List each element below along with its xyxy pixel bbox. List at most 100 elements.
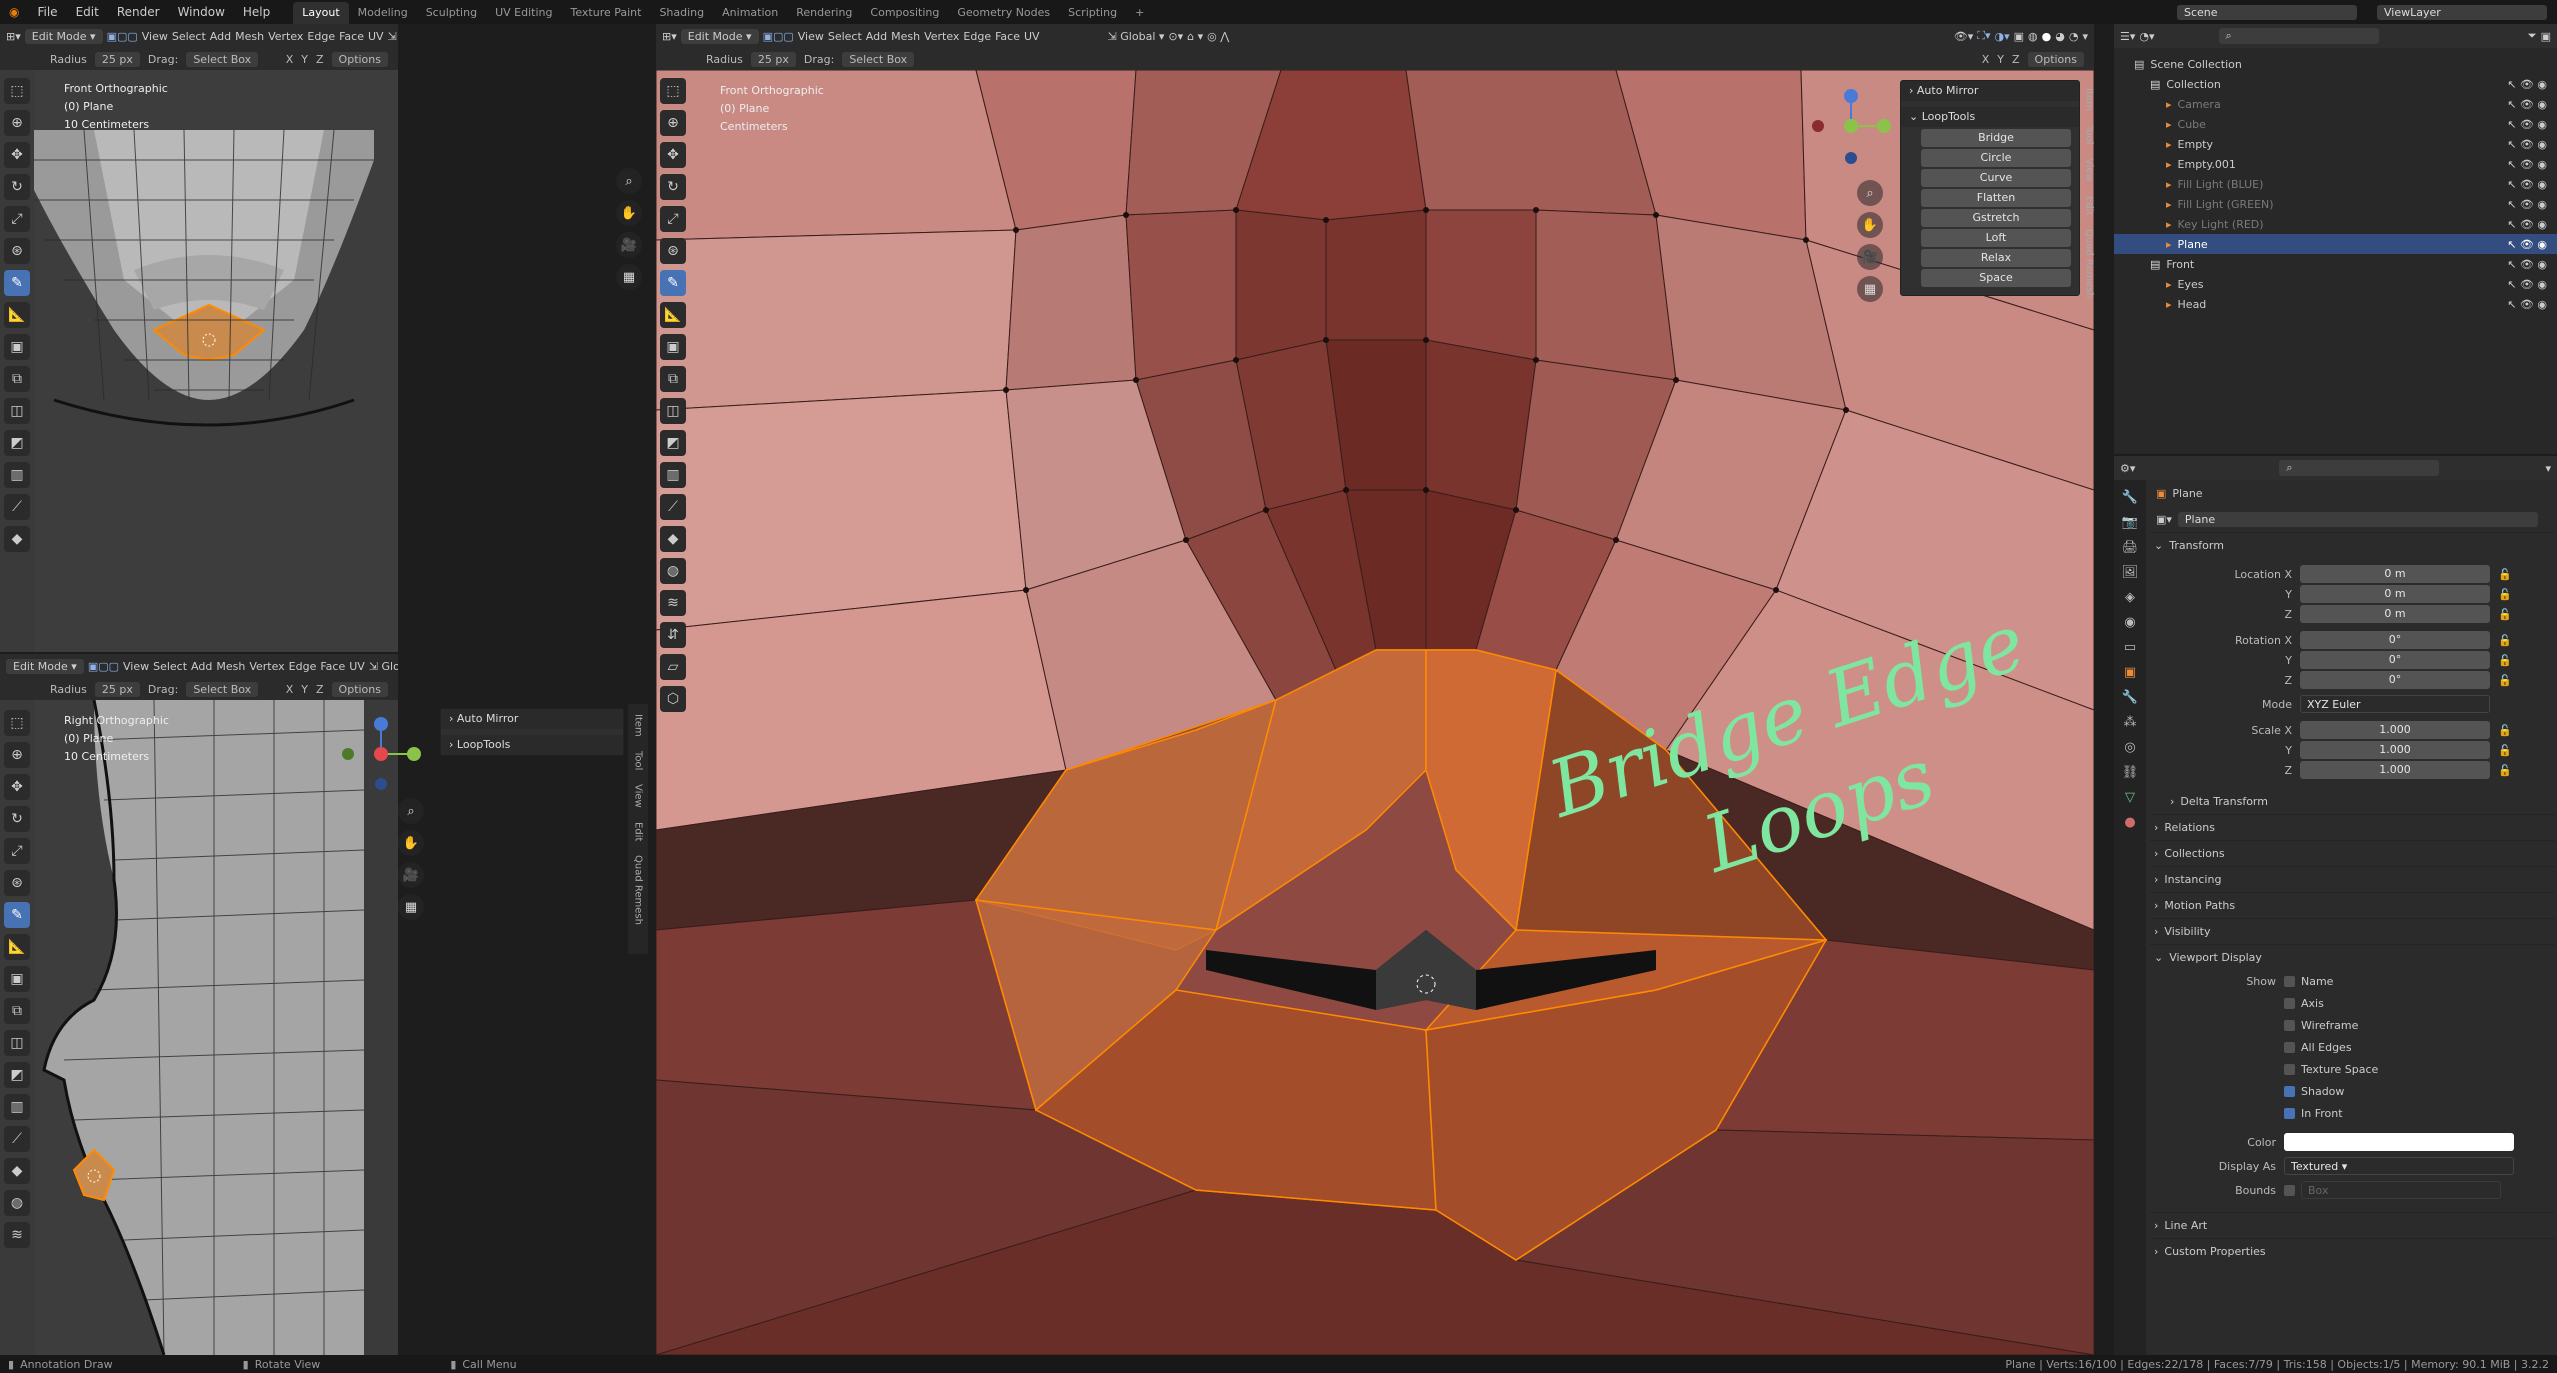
add-cube-icon[interactable]: ▣ [660,334,686,360]
add-cube-icon[interactable]: ▣ [4,334,30,360]
transform-panel-header[interactable]: ⌄ Transform [2150,532,2555,558]
outliner-row[interactable]: ▤ Front ↖ 👁 ◉ [2114,254,2557,274]
tab-edit[interactable]: Edit [2084,196,2095,215]
tool-props-icon[interactable]: 🔧 [2122,490,2138,505]
menu-select[interactable]: Select [172,30,206,43]
world-props-icon[interactable]: ◉ [2124,615,2135,630]
tab-item[interactable]: Item [2084,88,2095,111]
object-datablock-icon[interactable]: ▣▾ [2156,513,2172,526]
viewport-display-header[interactable]: ⌄ Viewport Display [2150,944,2555,970]
menu-edge[interactable]: Edge [963,30,991,43]
visibility-eye-icon[interactable]: ↖ 👁 ◉ [2507,278,2547,291]
scale-icon[interactable]: ⤢ [4,206,30,232]
menu-vertex[interactable]: Vertex [924,30,959,43]
show-checkbox[interactable] [2284,1085,2295,1097]
menu-view[interactable]: View [142,30,168,43]
bevel-icon[interactable]: ◩ [660,430,686,456]
rip-icon[interactable]: ⬡ [660,686,686,712]
xray-icon[interactable]: ▣ [2014,30,2024,43]
shear-icon[interactable]: ▱ [660,654,686,680]
knife-icon[interactable]: ⟋ [660,494,686,520]
menu-add[interactable]: Add [191,660,212,673]
blender-logo-icon[interactable]: ◉ [0,5,28,19]
shading-wire-icon[interactable]: ◍ [2028,30,2038,43]
axis-x-toggle[interactable]: X [286,683,294,696]
snap-icon[interactable]: ⌂ ▾ [1187,30,1203,43]
auto-mirror-header[interactable]: › Auto Mirror [441,709,623,729]
visibility-eye-icon[interactable]: ↖ 👁 ◉ [2507,298,2547,311]
loop-cut-icon[interactable]: ▥ [4,462,30,488]
menu-add[interactable]: Add [866,30,887,43]
mode-selector-main[interactable]: Edit Mode ▾ [680,28,759,44]
radius-field[interactable]: 25 px [750,51,796,67]
options-dropdown[interactable]: Options [331,51,388,67]
extrude-icon[interactable]: ⧉ [660,366,686,392]
select-box-icon[interactable]: ⬚ [4,78,30,104]
menu-view[interactable]: View [798,30,824,43]
menu-view[interactable]: View [123,660,149,673]
physics-props-icon[interactable]: ◎ [2124,740,2135,755]
new-collection-icon[interactable]: ▣ [2541,30,2551,43]
cursor-icon[interactable]: ⊕ [4,110,30,136]
move-icon[interactable]: ✥ [4,142,30,168]
lock-icon[interactable]: 🔓 [2498,654,2512,667]
visibility-eye-icon[interactable]: ↖ 👁 ◉ [2507,178,2547,191]
menu-edge[interactable]: Edge [307,30,335,43]
visibility-eye-icon[interactable]: ↖ 👁 ◉ [2507,78,2547,91]
menu-face[interactable]: Face [320,660,345,673]
overlay-toggle-icon[interactable]: ◑▾ [1995,30,2010,43]
extrude-icon[interactable]: ⧉ [4,366,30,392]
editor-type-icon[interactable]: ⊞▾ [662,30,677,43]
visibility-eye-icon[interactable]: ↖ 👁 ◉ [2507,218,2547,231]
rotation-y-field[interactable]: 0° [2300,651,2490,669]
shading-options-icon[interactable]: ▾ [2082,30,2088,43]
scene-selector[interactable]: Scene [2177,4,2357,20]
checkbox-name[interactable] [2284,976,2295,987]
viewport-front-small[interactable]: ⊞▾ Edit Mode ▾ ▣▢▢ View Select Add Mesh … [0,24,398,652]
camera-icon[interactable]: 🎥 [616,232,642,258]
outliner-row[interactable]: ▸ Empty ↖ 👁 ◉ [2114,134,2557,154]
menu-uv[interactable]: UV [1024,30,1040,43]
menu-uv[interactable]: UV [368,30,384,43]
menu-uv[interactable]: UV [349,660,365,673]
annotate-icon[interactable]: ✎ [660,270,686,296]
tab-quad-remesh[interactable]: Quad Remesh [2084,229,2095,299]
inset-icon[interactable]: ◫ [4,1030,30,1056]
axis-z-toggle[interactable]: Z [316,683,324,696]
particles-props-icon[interactable]: ⁂ [2124,715,2137,730]
smooth-icon[interactable]: ≋ [660,590,686,616]
outliner-row[interactable]: ▸ Empty.001 ↖ 👁 ◉ [2114,154,2557,174]
delta-transform-header[interactable]: › Delta Transform [2150,788,2555,814]
tab-modeling[interactable]: Modeling [349,6,417,19]
show-checkbox[interactable] [2284,1063,2295,1075]
tab-geometry-nodes[interactable]: Geometry Nodes [948,6,1059,19]
radius-field[interactable]: 25 px [94,51,140,67]
smooth-icon[interactable]: ≋ [4,1222,30,1248]
menu-window[interactable]: Window [169,5,234,19]
lock-icon[interactable]: 🔓 [2498,568,2512,581]
axis-gizmo-bl[interactable] [336,714,426,794]
material-props-icon[interactable]: ● [2124,815,2135,830]
select-mode-icons[interactable]: ▣▢▢ [107,30,138,43]
visibility-eye-icon[interactable]: ↖ 👁 ◉ [2507,238,2547,251]
menu-mesh[interactable]: Mesh [235,30,264,43]
select-box-icon[interactable]: ⬚ [660,78,686,104]
shading-solid-icon[interactable]: ● [2042,30,2052,43]
outliner-row[interactable]: ▸ Fill Light (GREEN) ↖ 👁 ◉ [2114,194,2557,214]
rotate-icon[interactable]: ↻ [4,806,30,832]
looptools-gstretch-button[interactable]: Gstretch [1921,209,2071,227]
zoom-icon[interactable]: ⌕ [398,798,424,824]
tab-layout[interactable]: Layout [293,2,349,24]
viewlayer-selector[interactable]: ViewLayer [2377,4,2547,20]
tab-sculpting[interactable]: Sculpting [417,6,486,19]
axis-y-toggle[interactable]: Y [301,683,308,696]
looptools-relax-button[interactable]: Relax [1921,249,2071,267]
properties-search-input[interactable]: ⌕ [2279,460,2440,476]
measure-icon[interactable]: 📐 [4,302,30,328]
lock-icon[interactable]: 🔓 [2498,608,2512,621]
color-swatch[interactable] [2284,1133,2514,1151]
object-datablock-field[interactable]: Plane [2177,511,2538,527]
menu-file[interactable]: File [28,5,66,19]
grid-icon[interactable]: ▦ [616,264,642,290]
bevel-icon[interactable]: ◩ [4,430,30,456]
